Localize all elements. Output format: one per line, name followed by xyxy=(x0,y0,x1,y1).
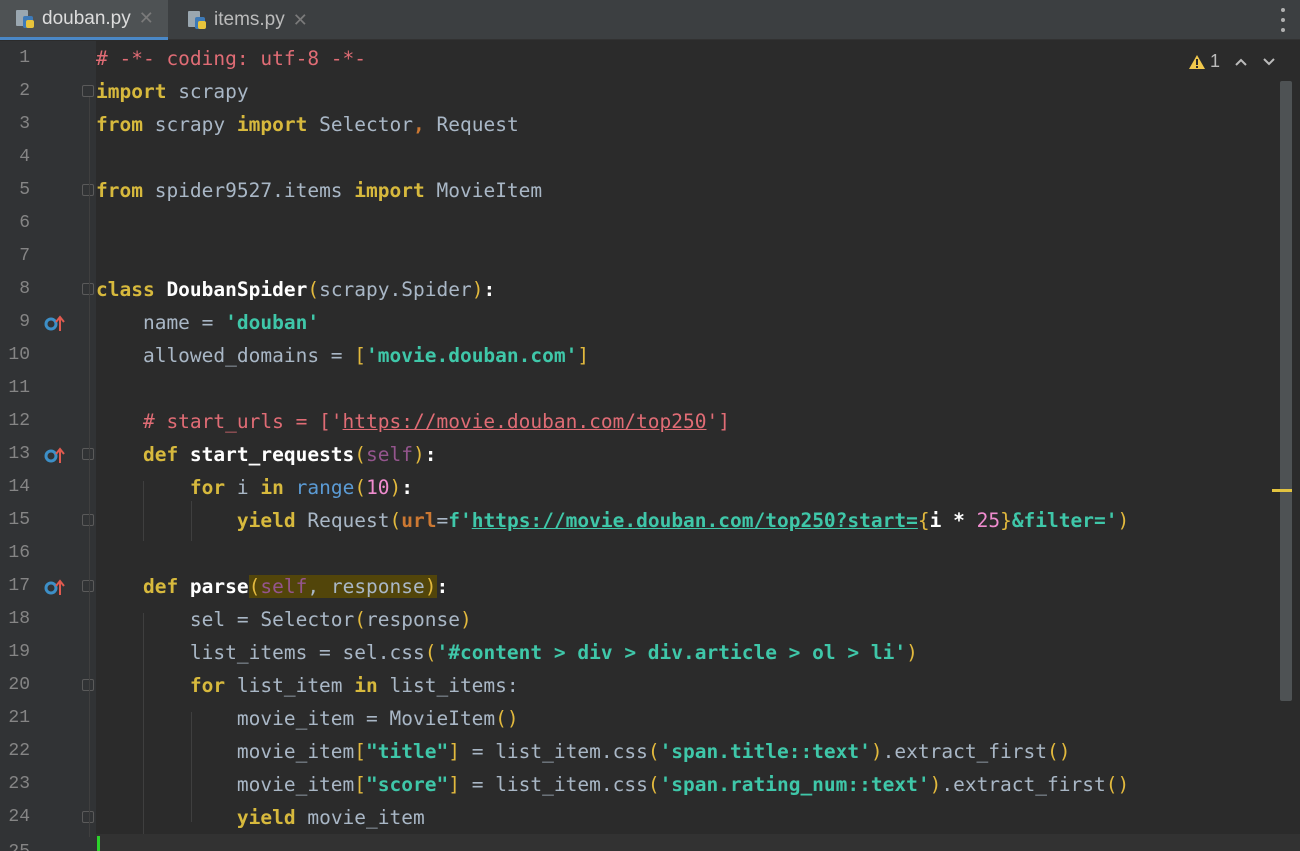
fold-icon[interactable] xyxy=(82,448,94,460)
code-line: yield movie_item xyxy=(96,806,425,829)
vertical-scrollbar[interactable] xyxy=(1280,81,1292,701)
line-number: 24 xyxy=(8,807,30,827)
tab-items-py[interactable]: items.py ✕ xyxy=(172,0,317,40)
line-number: 23 xyxy=(8,774,30,794)
overrides-method-icon[interactable] xyxy=(44,446,66,466)
fold-icon[interactable] xyxy=(82,580,94,592)
code-line: from scrapy import Selector, Request xyxy=(96,113,519,136)
fold-icon[interactable] xyxy=(82,679,94,691)
line-number: 17 xyxy=(8,576,30,596)
line-number: 5 xyxy=(19,180,30,200)
chevron-down-icon[interactable] xyxy=(1262,51,1276,72)
code-line: allowed_domains = ['movie.douban.com'] xyxy=(96,344,590,367)
line-number: 15 xyxy=(8,510,30,530)
fold-icon[interactable] xyxy=(82,283,94,295)
code-line: yield Request(url=f'https://movie.douban… xyxy=(96,509,1130,532)
line-number: 21 xyxy=(8,708,30,728)
fold-icon[interactable] xyxy=(82,514,94,526)
inspection-widget: 1 xyxy=(1188,51,1276,72)
code-line: name = 'douban' xyxy=(96,311,320,334)
code-editor[interactable]: 1 2 3 4 5 6 7 8 9 10 11 12 13 14 15 16 1… xyxy=(0,41,1300,851)
code-line: for list_item in list_items: xyxy=(96,674,519,697)
fold-icon[interactable] xyxy=(82,85,94,97)
line-number: 7 xyxy=(19,246,30,266)
code-line: def parse(self, response): xyxy=(96,575,449,598)
line-number: 8 xyxy=(19,279,30,299)
python-file-icon xyxy=(14,8,36,30)
line-number: 11 xyxy=(8,378,30,398)
line-number: 9 xyxy=(19,312,30,332)
line-number: 2 xyxy=(19,81,30,101)
tab-label: douban.py xyxy=(42,7,131,29)
code-line: movie_item["score"] = list_item.css('spa… xyxy=(96,773,1130,796)
code-line: def start_requests(self): xyxy=(96,443,437,466)
fold-icon[interactable] xyxy=(82,184,94,196)
line-number: 22 xyxy=(8,741,30,761)
indent-guide xyxy=(89,97,90,837)
chevron-up-icon[interactable] xyxy=(1234,51,1248,72)
overrides-method-icon[interactable] xyxy=(44,314,66,334)
line-number: 16 xyxy=(8,543,30,563)
line-number: 19 xyxy=(8,642,30,662)
line-number: 10 xyxy=(8,345,30,365)
line-number: 6 xyxy=(19,213,30,233)
code-line: import scrapy xyxy=(96,80,249,103)
line-number: 4 xyxy=(19,147,30,167)
warning-stripe-marker[interactable] xyxy=(1272,489,1292,492)
fold-icon[interactable] xyxy=(82,811,94,823)
warning-count[interactable]: 1 xyxy=(1188,51,1220,72)
line-number: 3 xyxy=(19,114,30,134)
tab-label: items.py xyxy=(214,9,285,30)
tab-douban-py[interactable]: douban.py ✕ xyxy=(0,0,168,40)
code-content[interactable]: # -*- coding: utf-8 -*- import scrapy fr… xyxy=(96,41,1280,851)
warning-icon xyxy=(1188,54,1206,70)
code-line: list_items = sel.css('#content > div > d… xyxy=(96,641,918,664)
code-line: for i in range(10): xyxy=(96,476,414,499)
code-line: sel = Selector(response) xyxy=(96,608,472,631)
line-number: 14 xyxy=(8,477,30,497)
code-line: movie_item["title"] = list_item.css('spa… xyxy=(96,740,1071,763)
close-icon[interactable]: ✕ xyxy=(139,8,154,29)
line-number: 25 xyxy=(0,836,30,851)
python-file-icon xyxy=(186,9,208,31)
line-number: 1 xyxy=(19,48,30,68)
line-number: 12 xyxy=(8,411,30,431)
more-options-icon[interactable] xyxy=(1280,8,1286,32)
overrides-method-icon[interactable] xyxy=(44,578,66,598)
close-icon[interactable]: ✕ xyxy=(293,10,308,31)
line-number: 18 xyxy=(8,609,30,629)
line-number: 20 xyxy=(8,675,30,695)
editor-tab-bar: douban.py ✕ items.py ✕ xyxy=(0,0,1300,40)
line-number: 13 xyxy=(8,444,30,464)
gutter: 1 2 3 4 5 6 7 8 9 10 11 12 13 14 15 16 1… xyxy=(0,41,96,851)
code-line: class DoubanSpider(scrapy.Spider): xyxy=(96,278,496,301)
code-line: # -*- coding: utf-8 -*- xyxy=(96,47,367,70)
code-line: from spider9527.items import MovieItem xyxy=(96,179,543,202)
code-line: movie_item = MovieItem() xyxy=(96,707,519,730)
code-line: # start_urls = ['https://movie.douban.co… xyxy=(96,410,730,433)
